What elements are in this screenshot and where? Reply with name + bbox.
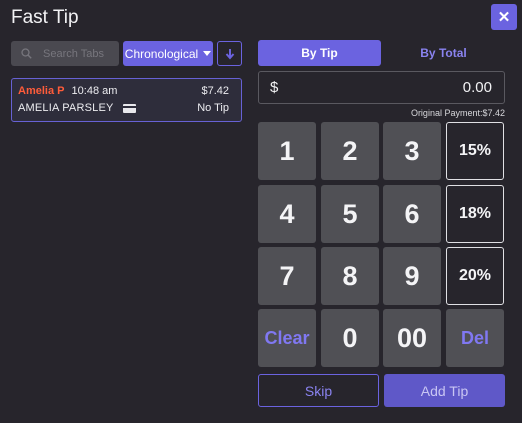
by-tip-tab[interactable]: By Tip [258,40,381,66]
tab-server-name: Amelia P [18,85,65,97]
chevron-down-icon [203,51,212,56]
currency-symbol: $ [270,79,279,96]
tip-18-percent-button[interactable]: 18% [446,185,504,243]
close-button[interactable]: ✕ [491,4,517,30]
search-input[interactable] [41,46,115,61]
tip-amount-field[interactable]: $ 0.00 [258,71,505,104]
tip-20-percent-button[interactable]: 20% [446,247,504,305]
key-2[interactable]: 2 [321,122,379,180]
tab-amount: $7.42 [201,85,229,97]
tip-amount-value: 0.00 [462,79,492,96]
key-3[interactable]: 3 [383,122,441,180]
tip-15-percent-button[interactable]: 15% [446,122,504,180]
key-0[interactable]: 0 [321,309,379,367]
skip-button[interactable]: Skip [258,374,379,407]
tab-tip-status: No Tip [197,102,229,114]
key-6[interactable]: 6 [383,185,441,243]
add-tip-button[interactable]: Add Tip [384,374,505,407]
sort-order-select[interactable]: Chronological [123,41,213,66]
key-7[interactable]: 7 [258,247,316,305]
key-9[interactable]: 9 [383,247,441,305]
key-8[interactable]: 8 [321,247,379,305]
close-icon[interactable]: ✕ [498,8,511,26]
key-5[interactable]: 5 [321,185,379,243]
sort-order-label: Chronological [124,46,199,61]
tab-customer-name: AMELIA PARSLEY [18,102,114,114]
key-00[interactable]: 00 [383,309,441,367]
arrow-down-icon [225,48,234,60]
sort-direction-button[interactable] [217,41,242,66]
window-title: Fast Tip [11,7,79,28]
clear-button[interactable]: Clear [258,309,316,367]
original-payment-label: Original Payment:$7.42 [410,108,505,118]
tab-time: 10:48 am [71,85,118,97]
key-1[interactable]: 1 [258,122,316,180]
credit-card-icon [122,103,136,113]
tab-list-item[interactable]: Amelia P 10:48 am $7.42 AMELIA PARSLEY N… [11,78,242,122]
delete-button[interactable]: Del [446,309,504,367]
search-icon [21,48,32,59]
key-4[interactable]: 4 [258,185,316,243]
search-box[interactable] [11,41,119,66]
by-total-tab[interactable]: By Total [382,40,505,66]
